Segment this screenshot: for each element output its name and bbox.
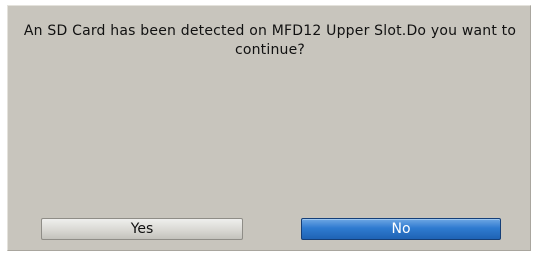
yes-button[interactable]: Yes xyxy=(41,218,243,240)
no-button[interactable]: No xyxy=(301,218,501,240)
dialog-message: An SD Card has been detected on MFD12 Up… xyxy=(23,23,517,58)
sd-card-dialog: An SD Card has been detected on MFD12 Up… xyxy=(7,5,531,251)
